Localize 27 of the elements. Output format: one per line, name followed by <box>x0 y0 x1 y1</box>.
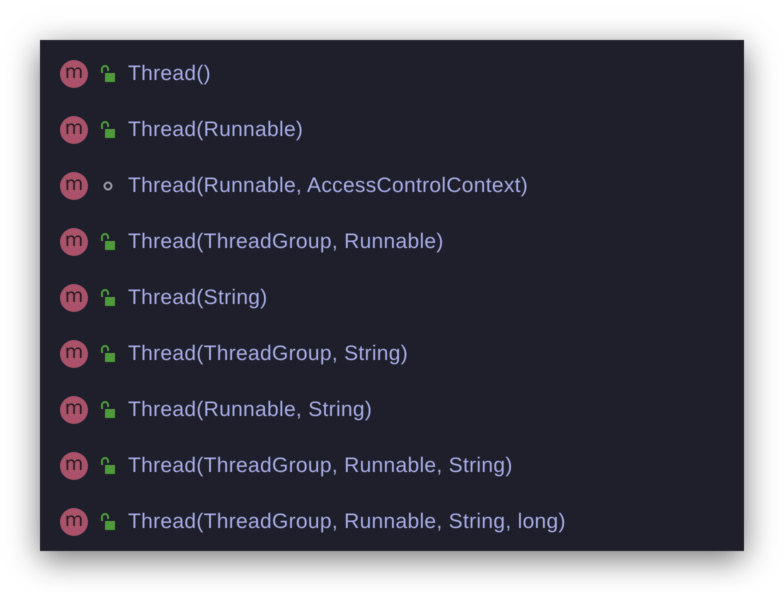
constructor-signature[interactable]: Thread(Runnable, String) <box>128 398 372 422</box>
open-lock-icon <box>100 65 116 83</box>
constructor-signature[interactable]: Thread(ThreadGroup, Runnable, String) <box>128 454 513 478</box>
constructor-signature[interactable]: Thread(ThreadGroup, Runnable) <box>128 230 444 254</box>
method-badge: m <box>60 172 88 200</box>
method-badge: m <box>60 60 88 88</box>
open-lock-icon <box>100 121 116 139</box>
method-badge: m <box>60 452 88 480</box>
open-lock-icon <box>100 233 116 251</box>
open-lock-icon <box>100 401 116 419</box>
method-badge: m <box>60 340 88 368</box>
open-lock-icon <box>100 457 116 475</box>
method-badge: m <box>60 396 88 424</box>
circle-icon <box>103 181 113 191</box>
method-badge: m <box>60 228 88 256</box>
open-lock-icon <box>100 513 116 531</box>
constructor-signature[interactable]: Thread(String) <box>128 286 268 310</box>
constructor-signature[interactable]: Thread() <box>128 62 211 86</box>
open-lock-icon <box>100 345 116 363</box>
method-badge: m <box>60 116 88 144</box>
constructor-signature[interactable]: Thread(ThreadGroup, Runnable, String, long) <box>128 510 566 534</box>
constructor-signature[interactable]: Thread(ThreadGroup, String) <box>128 342 408 366</box>
method-badge: m <box>60 284 88 312</box>
open-lock-icon <box>100 289 116 307</box>
constructor-signature[interactable]: Thread(Runnable) <box>128 118 304 142</box>
method-badge: m <box>60 508 88 536</box>
constructor-signature[interactable]: Thread(Runnable, AccessControlContext) <box>128 174 528 198</box>
